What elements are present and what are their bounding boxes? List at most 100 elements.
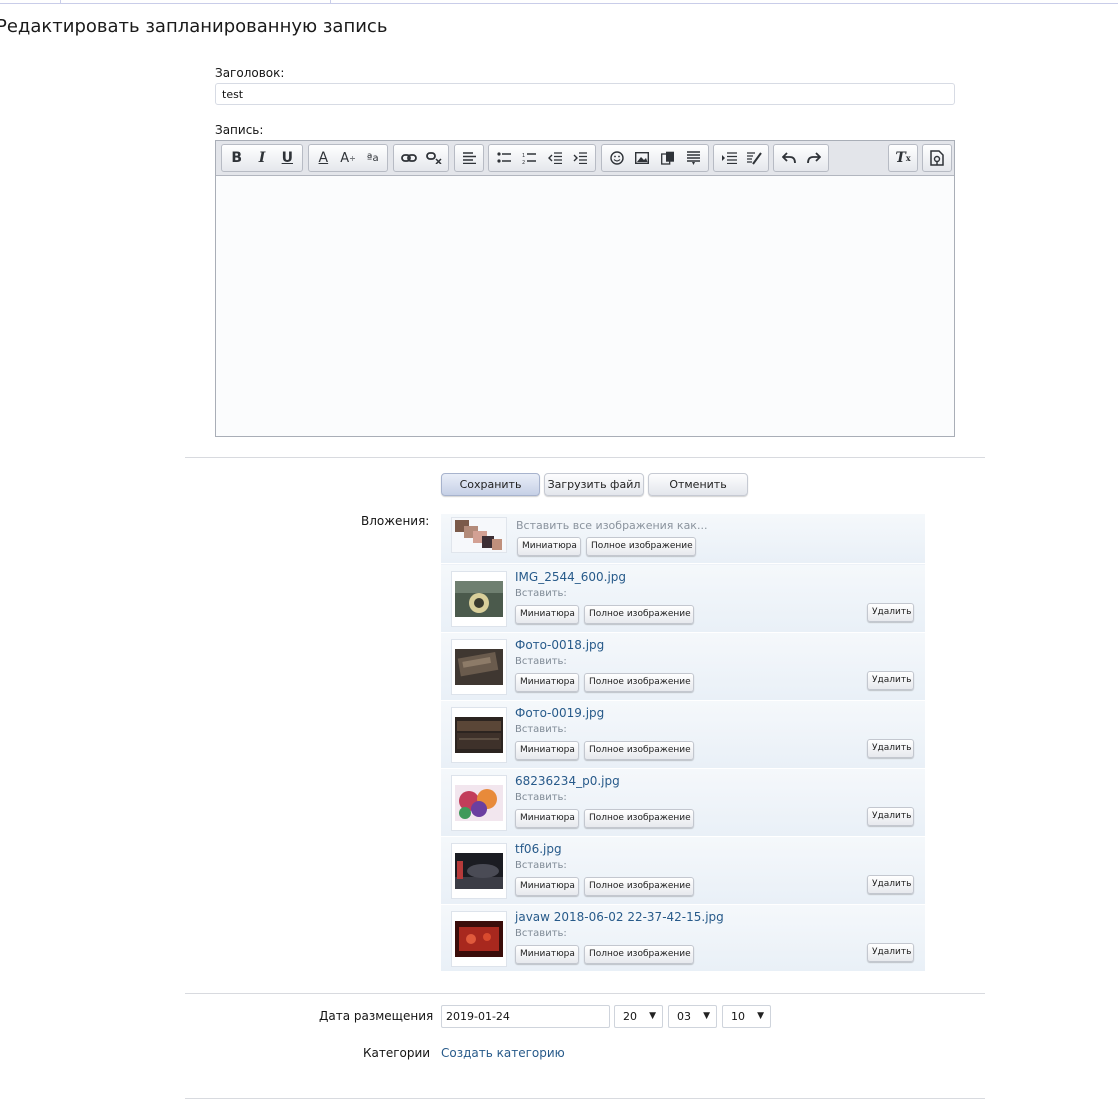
- thumbnail-button[interactable]: Миниатюра: [515, 877, 579, 896]
- full-image-button[interactable]: Полное изображение: [584, 605, 694, 624]
- toolbar-group-code: [713, 144, 769, 172]
- insert-all-text: Вставить все изображения как...: [516, 519, 708, 532]
- full-image-button[interactable]: Полное изображение: [584, 809, 694, 828]
- insert-label: Вставить:: [515, 656, 567, 667]
- font-color-icon[interactable]: A: [311, 146, 336, 170]
- full-image-button[interactable]: Полное изображение: [584, 741, 694, 760]
- draft-icon[interactable]: [925, 146, 949, 170]
- insert-label: Вставить:: [515, 928, 567, 939]
- date-label: Дата размещения: [319, 1009, 434, 1023]
- date-input[interactable]: 2019-01-24: [441, 1005, 610, 1028]
- toolbar-group-text-style: B I U: [221, 144, 303, 172]
- second-select[interactable]: 10 ▼: [722, 1005, 771, 1028]
- delete-button[interactable]: Удалить: [867, 603, 914, 622]
- hour-value: 20: [623, 1010, 637, 1023]
- full-image-button[interactable]: Полное изображение: [584, 945, 694, 964]
- image-icon[interactable]: [630, 146, 656, 170]
- page-title: Редактировать запланированную запись: [0, 16, 388, 37]
- attachments-panel: Вставить все изображения как... Миниатюр…: [441, 514, 925, 972]
- chevron-down-icon: ▼: [703, 1011, 710, 1021]
- remove-format-icon[interactable]: Tx: [891, 146, 915, 170]
- attachments-label: Вложения:: [361, 514, 430, 528]
- tab-edge: [60, 0, 61, 4]
- attachment-thumbnail[interactable]: [451, 571, 507, 627]
- delete-button[interactable]: Удалить: [867, 875, 914, 894]
- full-image-button[interactable]: Полное изображение: [584, 877, 694, 896]
- media-icon[interactable]: [655, 146, 681, 170]
- insert-all-thumbnail-button[interactable]: Миниатюра: [517, 537, 581, 556]
- smiley-icon[interactable]: [604, 146, 630, 170]
- second-value: 10: [731, 1010, 745, 1023]
- attachment-item: Фото-0018.jpg Вставить: Миниатюра Полное…: [441, 633, 925, 701]
- minute-value: 03: [677, 1010, 691, 1023]
- attachment-thumbnail[interactable]: [451, 707, 507, 763]
- toolbar-group-align: [454, 144, 484, 172]
- minute-select[interactable]: 03 ▼: [668, 1005, 717, 1028]
- underline-icon[interactable]: U: [275, 146, 300, 170]
- create-category-link[interactable]: Создать категорию: [441, 1046, 565, 1060]
- thumbnail-button[interactable]: Миниатюра: [515, 673, 579, 692]
- quote-icon[interactable]: [681, 146, 707, 170]
- thumbnail-button[interactable]: Миниатюра: [515, 809, 579, 828]
- editor-content-area[interactable]: [216, 176, 954, 436]
- title-input[interactable]: [215, 83, 955, 105]
- delete-button[interactable]: Удалить: [867, 671, 914, 690]
- attachment-filename[interactable]: tf06.jpg: [515, 842, 562, 856]
- numbered-list-icon[interactable]: 12: [517, 146, 543, 170]
- attachment-item: 68236234_p0.jpg Вставить: Миниатюра Полн…: [441, 769, 925, 837]
- toolbar-group-lists: 12: [488, 144, 596, 172]
- undo-icon[interactable]: [776, 146, 801, 170]
- font-size-icon[interactable]: A ÷: [336, 146, 361, 170]
- thumbnail-button[interactable]: Миниатюра: [515, 945, 579, 964]
- categories-label: Категории: [363, 1046, 431, 1060]
- insert-label: Вставить:: [515, 860, 567, 871]
- editor-toolbar: B I U A A ÷ ªa 12 T x: [216, 141, 954, 176]
- upload-file-button[interactable]: Загрузить файл: [544, 473, 644, 496]
- attachment-thumbnail[interactable]: [451, 775, 507, 831]
- attachment-item: Фото-0019.jpg Вставить: Миниатюра Полное…: [441, 701, 925, 769]
- toolbar-group-font: A A ÷ ªa: [308, 144, 388, 172]
- insert-all-full-image-button[interactable]: Полное изображение: [586, 537, 696, 556]
- link-icon[interactable]: [396, 146, 421, 170]
- insert-label: Вставить:: [515, 724, 567, 735]
- attachment-filename[interactable]: IMG_2544_600.jpg: [515, 570, 626, 584]
- attachment-thumbnail[interactable]: [451, 843, 507, 899]
- delete-button[interactable]: Удалить: [867, 943, 914, 962]
- attachment-thumbnail[interactable]: [451, 639, 507, 695]
- delete-button[interactable]: Удалить: [867, 807, 914, 826]
- indent-icon[interactable]: [568, 146, 594, 170]
- code-icon[interactable]: [716, 146, 741, 170]
- attachment-filename[interactable]: javaw 2018-06-02 22-37-42-15.jpg: [515, 910, 724, 924]
- font-family-icon[interactable]: ªa: [360, 146, 385, 170]
- source-edit-icon[interactable]: [741, 146, 766, 170]
- unlink-icon[interactable]: [421, 146, 446, 170]
- insert-label: Вставить:: [515, 588, 567, 599]
- hour-select[interactable]: 20 ▼: [614, 1005, 663, 1028]
- divider: [185, 457, 985, 458]
- tab-edge: [330, 0, 331, 4]
- outdent-icon[interactable]: [542, 146, 568, 170]
- attachment-item: javaw 2018-06-02 22-37-42-15.jpg Вставит…: [441, 905, 925, 972]
- attachment-filename[interactable]: Фото-0019.jpg: [515, 706, 604, 720]
- toolbar-group-history: [773, 144, 829, 172]
- cancel-button[interactable]: Отменить: [648, 473, 748, 496]
- chevron-down-icon: ▼: [649, 1011, 656, 1021]
- bold-icon[interactable]: B: [224, 146, 249, 170]
- toolbar-group-draft: [922, 144, 952, 172]
- thumbnail-button[interactable]: Миниатюра: [515, 605, 579, 624]
- full-image-button[interactable]: Полное изображение: [584, 673, 694, 692]
- attachment-thumbnail[interactable]: [451, 911, 507, 967]
- delete-button[interactable]: Удалить: [867, 739, 914, 758]
- bullet-list-icon[interactable]: [491, 146, 517, 170]
- divider: [185, 1098, 985, 1099]
- toolbar-group-insert: [601, 144, 709, 172]
- save-button[interactable]: Сохранить: [441, 473, 540, 496]
- align-icon[interactable]: [457, 146, 481, 170]
- italic-icon[interactable]: I: [249, 146, 274, 170]
- thumbnail-button[interactable]: Миниатюра: [515, 741, 579, 760]
- redo-icon[interactable]: [801, 146, 826, 170]
- attachment-filename[interactable]: 68236234_p0.jpg: [515, 774, 620, 788]
- attachment-filename[interactable]: Фото-0018.jpg: [515, 638, 604, 652]
- toolbar-group-link: [393, 144, 449, 172]
- svg-text:2: 2: [522, 160, 525, 164]
